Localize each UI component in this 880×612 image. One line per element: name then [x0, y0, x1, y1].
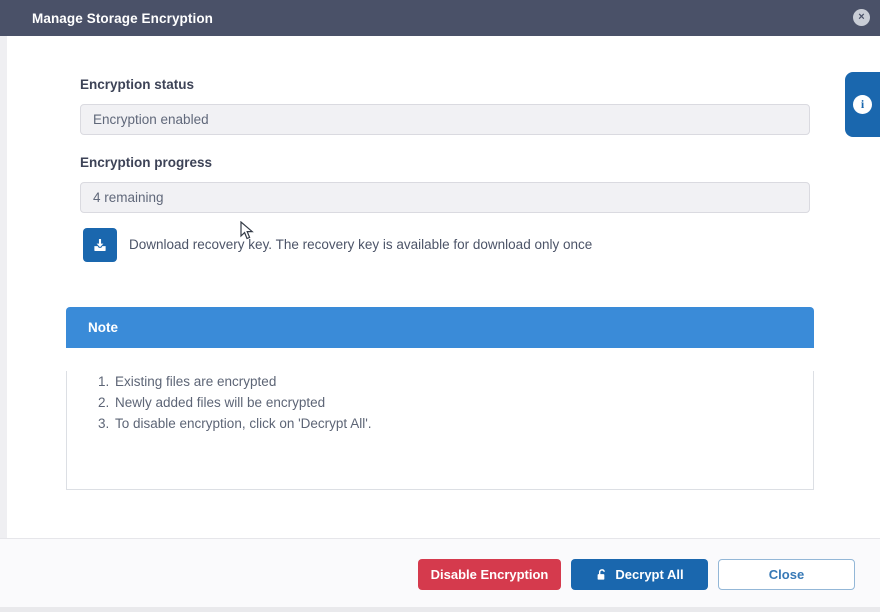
- note-item: Newly added files will be encrypted: [113, 392, 813, 413]
- decrypt-all-label: Decrypt All: [615, 567, 683, 582]
- note-panel: Note Existing files are encrypted Newly …: [66, 307, 814, 468]
- bottom-edge-strip: [0, 607, 880, 612]
- note-item: To disable encryption, click on 'Decrypt…: [113, 413, 813, 434]
- footer-button-row: Disable Encryption Decrypt All Close: [418, 559, 855, 590]
- close-button[interactable]: Close: [718, 559, 855, 590]
- note-title: Note: [88, 320, 118, 335]
- info-icon: i: [853, 95, 872, 114]
- dialog-title: Manage Storage Encryption: [32, 11, 213, 26]
- unlock-icon: [595, 568, 609, 582]
- encryption-progress-label: Encryption progress: [80, 155, 212, 170]
- download-icon: [91, 236, 109, 254]
- encryption-progress-field: [80, 182, 810, 213]
- note-item: Existing files are encrypted: [113, 371, 813, 392]
- disable-encryption-button[interactable]: Disable Encryption: [418, 559, 561, 590]
- note-panel-body: Existing files are encrypted Newly added…: [66, 371, 814, 490]
- encryption-status-field: [80, 104, 810, 135]
- decrypt-all-button[interactable]: Decrypt All: [571, 559, 708, 590]
- recovery-key-text: Download recovery key. The recovery key …: [129, 237, 592, 252]
- note-list: Existing files are encrypted Newly added…: [67, 371, 813, 434]
- note-panel-header: Note: [66, 307, 814, 348]
- left-edge-strip: [0, 36, 7, 538]
- encryption-status-label: Encryption status: [80, 77, 194, 92]
- manage-storage-encryption-dialog: Manage Storage Encryption × i Encryption…: [0, 0, 880, 612]
- info-tab[interactable]: i: [845, 72, 880, 137]
- close-icon[interactable]: ×: [853, 9, 870, 26]
- dialog-footer: Disable Encryption Decrypt All Close: [0, 539, 880, 607]
- download-recovery-key-button[interactable]: [83, 228, 117, 262]
- dialog-header: Manage Storage Encryption ×: [0, 0, 880, 36]
